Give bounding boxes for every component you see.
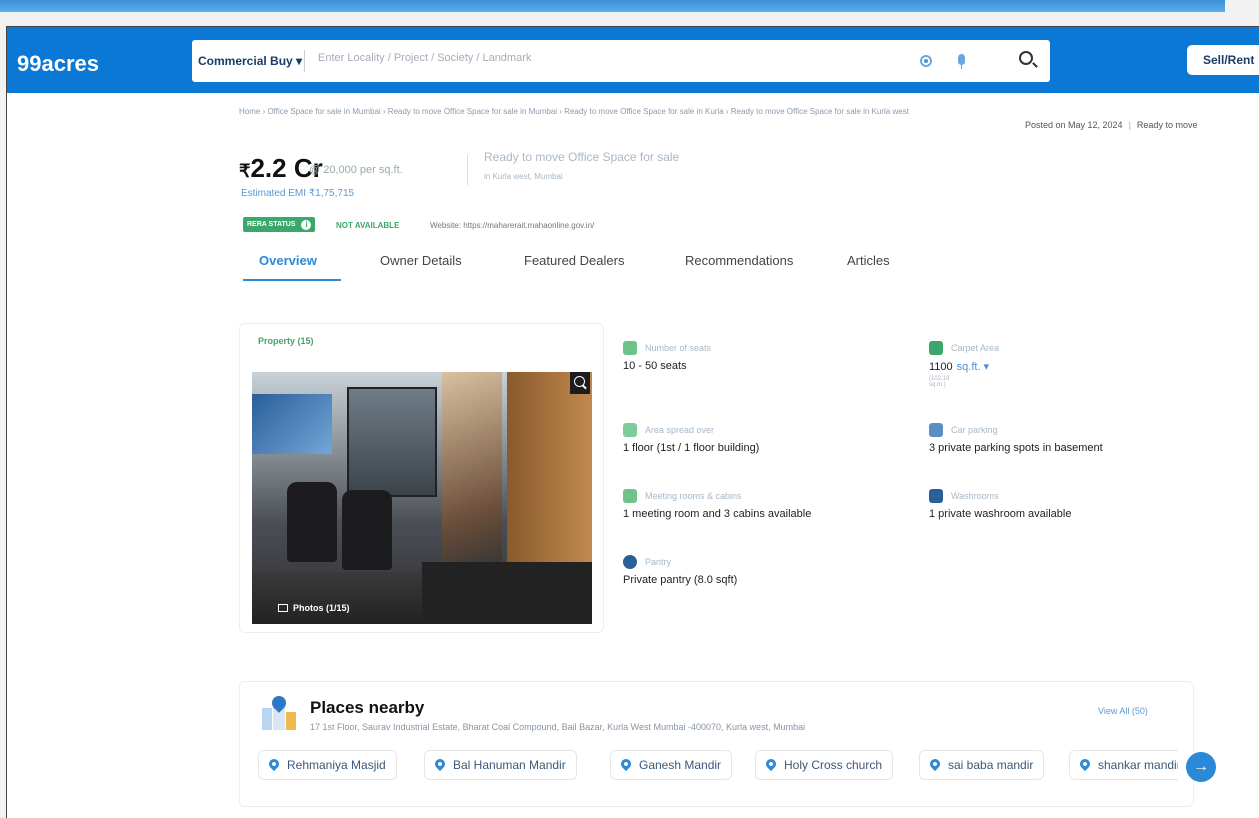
- rera-value: NOT AVAILABLE: [336, 221, 400, 230]
- map-pin-icon: [262, 693, 298, 730]
- tab-recommendations[interactable]: Recommendations: [685, 253, 793, 268]
- places-list: Rehmaniya Masjid Bal Hanuman Mandir Gane…: [258, 750, 1178, 782]
- active-tab-indicator: [243, 279, 341, 281]
- mic-icon[interactable]: [958, 54, 965, 69]
- building-icon: [623, 423, 637, 437]
- photos-count[interactable]: Photos (1/15): [278, 603, 350, 613]
- posted-info: Posted on May 12, 2024 | Ready to move: [1025, 120, 1197, 130]
- carpet-icon: [929, 341, 943, 355]
- place-chip[interactable]: Rehmaniya Masjid: [258, 750, 397, 780]
- sell-rent-button[interactable]: Sell/Rent: [1187, 45, 1259, 75]
- property-location: in Kurla west, Mumbai: [484, 172, 563, 181]
- zoom-icon[interactable]: [570, 372, 590, 394]
- currency-symbol: ₹: [239, 161, 251, 181]
- posted-date: Posted on May 12, 2024: [1025, 120, 1123, 130]
- location-pin-icon: [927, 756, 943, 772]
- places-title: Places nearby: [310, 698, 425, 717]
- place-chip[interactable]: sai baba mandir: [919, 750, 1045, 780]
- location-pin-icon: [763, 756, 779, 772]
- view-all-link[interactable]: View All (50): [1098, 706, 1148, 716]
- gallery-tab-property[interactable]: Property (15): [258, 336, 314, 346]
- location-pin-icon: [266, 756, 282, 772]
- rera-website[interactable]: Website: https://maharerait.mahaonline.g…: [430, 221, 594, 230]
- tab-overview[interactable]: Overview: [259, 253, 317, 268]
- location-pin-icon: [1077, 756, 1093, 772]
- pantry-icon: [623, 555, 637, 569]
- rera-label: RERA STATUS: [247, 221, 296, 228]
- divider: [304, 50, 305, 72]
- emi-link[interactable]: Estimated EMI ₹1,75,715: [241, 188, 354, 199]
- place-chip[interactable]: Ganesh Mandir: [610, 750, 733, 780]
- logo[interactable]: 99acres: [17, 51, 99, 77]
- search-icon[interactable]: [1019, 51, 1033, 65]
- tab-owner-details[interactable]: Owner Details: [380, 253, 462, 268]
- info-icon[interactable]: i: [301, 220, 312, 230]
- location-pin-icon: [432, 756, 448, 772]
- place-chip[interactable]: Holy Cross church: [755, 750, 894, 780]
- photo-gallery-card: Property (15) Photos (1/15): [239, 323, 604, 633]
- search-bar: Commercial Buy ▾: [192, 40, 1050, 82]
- search-input[interactable]: [318, 52, 898, 64]
- page-frame: 99acres Commercial Buy ▾ Sell/Rent Home …: [6, 26, 1259, 818]
- image-icon: [278, 604, 288, 612]
- unit-dropdown[interactable]: sq.ft. ▾: [957, 361, 989, 373]
- breadcrumb[interactable]: Home › Office Space for sale in Mumbai ›…: [239, 107, 1139, 116]
- tab-articles[interactable]: Articles: [847, 253, 890, 268]
- car-icon: [929, 423, 943, 437]
- washroom-icon: [929, 489, 943, 503]
- location-icon[interactable]: [920, 55, 932, 67]
- next-arrow-button[interactable]: →: [1186, 752, 1216, 782]
- site-header: 99acres Commercial Buy ▾ Sell/Rent: [7, 27, 1259, 93]
- place-chip[interactable]: Bal Hanuman Mandir: [424, 750, 577, 780]
- divider: [467, 155, 468, 185]
- places-nearby-card: Places nearby 17 1st Floor, Saurav Indus…: [239, 681, 1216, 807]
- location-pin-icon: [618, 756, 634, 772]
- category-dropdown[interactable]: Commercial Buy ▾: [198, 54, 302, 68]
- property-address: 17 1st Floor, Saurav Industrial Estate, …: [310, 722, 806, 732]
- price-per-sqft: @ 20,000 per sq.ft.: [309, 164, 403, 176]
- top-browser-strip: [0, 0, 1225, 12]
- place-chip[interactable]: shankar mandir: [1069, 750, 1178, 780]
- tab-featured-dealers[interactable]: Featured Dealers: [524, 253, 624, 268]
- meeting-room-icon: [623, 489, 637, 503]
- possession-status: Ready to move: [1136, 120, 1198, 130]
- rera-status-badge: RERA STATUS i: [243, 217, 316, 232]
- seat-icon: [623, 341, 637, 355]
- property-photo[interactable]: Photos (1/15): [252, 372, 592, 624]
- divider: |: [1128, 120, 1131, 130]
- property-title: Ready to move Office Space for sale: [484, 150, 680, 164]
